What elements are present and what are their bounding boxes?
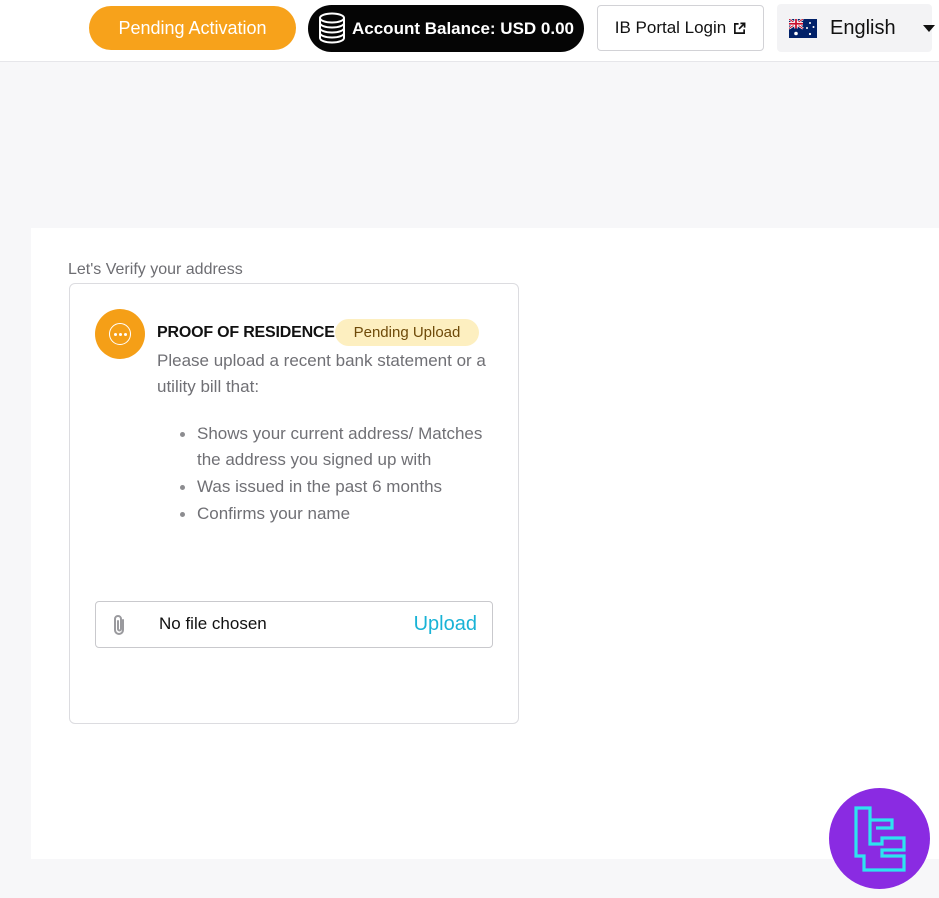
pending-activation-label: Pending Activation <box>118 17 267 38</box>
language-selector[interactable]: English <box>777 4 935 52</box>
external-link-icon <box>734 22 746 34</box>
coins-icon <box>319 12 345 44</box>
account-balance-label: Account Balance: USD 0.00 <box>352 18 575 38</box>
requirement-item: Confirms your name <box>180 501 497 527</box>
ib-portal-login-button[interactable]: IB Portal Login <box>597 5 764 51</box>
brand-logo-glyph <box>853 805 906 872</box>
requirement-item: Was issued in the past 6 months <box>180 474 497 500</box>
card-title: PROOF OF RESIDENCE <box>157 324 335 341</box>
status-badge: Pending Upload <box>335 319 479 346</box>
upload-button[interactable]: Upload <box>414 613 477 636</box>
top-bar: Pending Activation Account Balance: USD … <box>0 0 939 62</box>
file-upload-field[interactable]: No file chosen Upload <box>95 601 493 648</box>
language-label: English <box>830 16 896 39</box>
section-title: Let's Verify your address <box>68 261 243 278</box>
caret-down-icon <box>922 24 935 32</box>
status-badge-label: Pending Upload <box>353 324 461 341</box>
paperclip-icon <box>114 615 124 635</box>
australia-flag-icon <box>789 18 817 38</box>
account-balance-pill[interactable]: Account Balance: USD 0.00 <box>308 5 584 52</box>
more-dots-icon <box>109 323 131 345</box>
requirements-list: Shows your current address/ Matches the … <box>180 421 497 528</box>
pending-activation-button[interactable]: Pending Activation <box>89 6 296 50</box>
requirement-item: Shows your current address/ Matches the … <box>180 421 497 473</box>
ib-portal-login-label: IB Portal Login <box>614 18 727 37</box>
file-status-text: No file chosen <box>159 614 267 633</box>
pending-status-icon <box>95 309 145 359</box>
brand-logo-icon <box>829 788 930 889</box>
card-description: Please upload a recent bank statement or… <box>157 351 486 396</box>
